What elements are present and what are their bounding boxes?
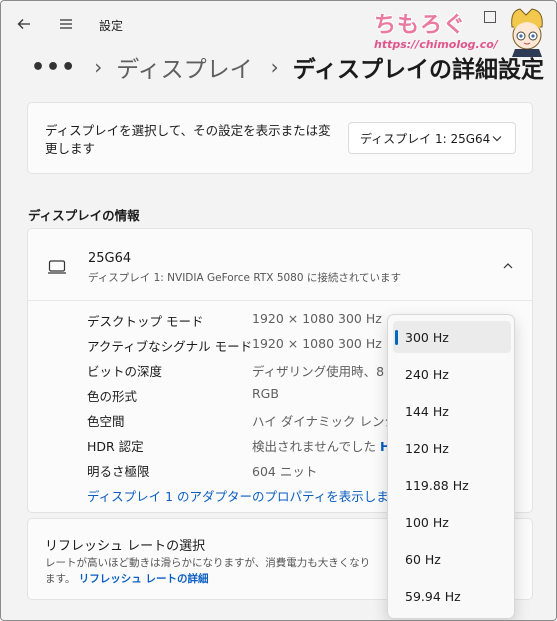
info-row-value: RGB [252, 386, 279, 401]
settings-window: 設定 ちもろぐ https://chimolog.co/ ••• › ディスプレ… [0, 0, 557, 621]
refresh-option-selected[interactable]: 300 Hz [393, 321, 511, 353]
adapter-properties-link[interactable]: ディスプレイ 1 のアダプターのプロパティを表示します [87, 486, 401, 505]
info-row-value: ディザリング使用時、8 ビ [252, 364, 401, 379]
monitor-name: 25G64 [88, 251, 132, 266]
chevron-right-icon: › [94, 55, 103, 79]
display-dropdown-value: ディスプレイ 1: 25G64 [360, 131, 491, 146]
info-row-label: アクティブなシグナル モード [87, 339, 253, 354]
info-row-value: 604 ニット [252, 464, 318, 479]
refresh-option[interactable]: 100 Hz [393, 506, 511, 538]
display-select-card: ディスプレイを選択して、その設定を表示または変更します ディスプレイ 1: 25… [27, 102, 533, 174]
info-row-label: HDR 認定 [87, 439, 144, 454]
breadcrumb-overflow-button[interactable]: ••• [31, 55, 76, 80]
refresh-option[interactable]: 60 Hz [393, 543, 511, 575]
refresh-option[interactable]: 240 Hz [393, 358, 511, 390]
refresh-rate-title: リフレッシュ レートの選択 [45, 539, 206, 554]
info-row-value: 1920 × 1080 300 Hz [252, 336, 382, 351]
monitor-icon [48, 260, 66, 274]
info-row-value: 検出されませんでした HDI [252, 436, 406, 455]
chevron-down-icon [492, 136, 502, 142]
info-row-label: ビットの深度 [87, 364, 163, 379]
info-row-label: 色空間 [87, 414, 125, 429]
back-arrow-icon [17, 19, 30, 29]
info-row-label: デスクトップ モード [87, 314, 204, 329]
refresh-rate-details-link[interactable]: リフレッシュ レートの詳細 [79, 573, 209, 585]
section-title-display-info: ディスプレイの情報 [28, 208, 140, 223]
app-title: 設定 [99, 19, 124, 33]
info-row-label: 色の形式 [87, 389, 138, 404]
hdr-status-text: 検出されませんでした [252, 439, 377, 454]
refresh-option[interactable]: 59.94 Hz [393, 580, 511, 612]
chevron-up-icon[interactable] [502, 260, 514, 272]
monitor-connection: ディスプレイ 1: NVIDIA GeForce RTX 5080 に接続されて… [88, 272, 402, 284]
menu-button[interactable] [55, 13, 77, 35]
refresh-rate-dropdown-list: 300 Hz 240 Hz 144 Hz 120 Hz 119.88 Hz 10… [387, 314, 515, 619]
display-select-label: ディスプレイを選択して、その設定を表示または変更します [45, 123, 331, 156]
page-title: ディスプレイの詳細設定 [292, 57, 544, 83]
display-dropdown[interactable]: ディスプレイ 1: 25G64 [348, 122, 516, 154]
refresh-option[interactable]: 119.88 Hz [393, 469, 511, 501]
back-button[interactable] [13, 13, 35, 35]
refresh-option[interactable]: 144 Hz [393, 395, 511, 427]
display-info-header[interactable]: 25G64 ディスプレイ 1: NVIDIA GeForce RTX 5080 … [28, 229, 532, 301]
hamburger-menu-icon [60, 19, 72, 29]
breadcrumb: ••• › ディスプレイ › ディスプレイの詳細設定 [31, 49, 544, 85]
chevron-right-icon: › [270, 55, 279, 79]
watermark-name: ちもろぐ [374, 13, 467, 38]
info-row-label: 明るさ極限 [87, 464, 150, 479]
breadcrumb-display-link[interactable]: ディスプレイ [116, 50, 252, 84]
info-row-value: 1920 × 1080 300 Hz [252, 311, 382, 326]
refresh-option[interactable]: 120 Hz [393, 432, 511, 464]
refresh-rate-description: レートが高いほど動きは滑らかになりますが、消費電力も大きくなります。 リフレッシ… [45, 555, 375, 587]
